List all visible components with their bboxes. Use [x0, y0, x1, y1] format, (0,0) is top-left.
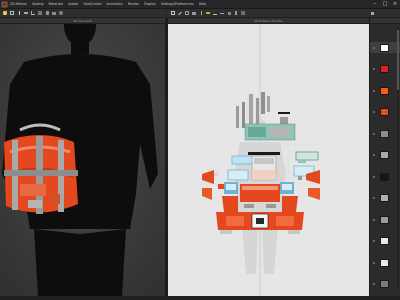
texture-icon[interactable] [37, 10, 43, 16]
fabric-swatch-row[interactable] [370, 150, 400, 161]
toolbar-3d [0, 9, 165, 18]
edit-pattern-icon[interactable] [177, 10, 183, 16]
menu-item-2d-pattern[interactable]: 2D Pattern [10, 2, 27, 6]
maximize-icon[interactable]: □ [382, 1, 388, 7]
visibility-dot-icon[interactable] [373, 218, 375, 221]
scrollbar-thumb[interactable] [397, 30, 399, 90]
pin-icon[interactable] [16, 10, 22, 16]
close-icon[interactable]: × [392, 1, 398, 7]
visibility-dot-icon[interactable] [373, 261, 375, 264]
pattern-pieces[interactable] [202, 92, 320, 234]
sewing-icon[interactable] [212, 10, 218, 16]
zipper-icon[interactable] [233, 10, 239, 16]
seam-icon[interactable] [205, 10, 211, 16]
fabric-swatch[interactable] [380, 129, 389, 138]
menu-bar: 2D Pattern Sewing Materials Avatar Fold/… [0, 0, 400, 9]
menu-item-render[interactable]: Render [128, 2, 139, 6]
visibility-dot-icon[interactable] [373, 197, 375, 199]
select-mesh-icon[interactable] [9, 10, 15, 16]
internal-line-icon[interactable] [198, 10, 204, 16]
avatar-display-icon[interactable] [44, 10, 50, 16]
fabric-swatch-row[interactable] [370, 257, 400, 268]
menu-item-materials[interactable]: Materials [49, 2, 64, 6]
fabric-swatch[interactable] [380, 65, 389, 73]
fold-icon[interactable] [30, 10, 36, 16]
fabric-swatch[interactable] [380, 43, 389, 52]
minimize-icon[interactable]: – [372, 1, 378, 7]
visibility-dot-icon[interactable] [373, 240, 375, 242]
visibility-dot-icon[interactable] [373, 89, 375, 92]
pattern-canvas [168, 24, 369, 296]
status-bar [0, 296, 400, 300]
rectangle-icon[interactable] [191, 10, 197, 16]
clo-logo-icon[interactable] [1, 0, 8, 8]
visibility-dot-icon[interactable] [373, 46, 375, 49]
fabric-swatch-row[interactable] [370, 64, 400, 75]
visibility-dot-icon[interactable] [373, 68, 375, 70]
visibility-dot-icon[interactable] [373, 111, 375, 113]
fabric-swatch-row[interactable] [370, 193, 400, 204]
fabric-swatch-row[interactable] [370, 128, 400, 139]
toolbar-2d [168, 9, 369, 18]
fabric-swatch[interactable] [380, 86, 389, 95]
menu-item-settings[interactable]: Settings/Preferences [161, 2, 194, 6]
fabric-swatch-row[interactable] [370, 214, 400, 225]
menu-item-avatar[interactable]: Avatar [68, 2, 78, 6]
visibility-dot-icon[interactable] [373, 175, 375, 178]
object-browser-panel [369, 18, 400, 296]
texture-2d-icon[interactable] [240, 10, 246, 16]
object-browser-header [370, 18, 400, 24]
fabric-swatch[interactable] [380, 108, 389, 116]
menu-item-sewing[interactable]: Sewing [32, 2, 44, 6]
add-fabric-icon[interactable] [369, 10, 375, 16]
fabric-swatch-row[interactable] [370, 236, 400, 247]
fabric-swatch[interactable] [380, 215, 389, 224]
fabric-swatch-row[interactable] [370, 279, 400, 290]
viewport-3d[interactable] [0, 24, 165, 296]
menu-item-display[interactable]: Display [144, 2, 156, 6]
transform-pattern-icon[interactable] [170, 10, 176, 16]
fabric-swatch[interactable] [380, 258, 389, 267]
fabric-swatch[interactable] [380, 151, 389, 159]
avatar-scene [0, 24, 165, 296]
fabric-swatch[interactable] [380, 172, 389, 181]
menu-item-help[interactable]: Help [199, 2, 206, 6]
fabric-swatch-row[interactable] [370, 42, 400, 53]
visibility-dot-icon[interactable] [373, 132, 375, 135]
menu-item-animation[interactable]: Animation [106, 2, 122, 6]
camera-icon[interactable] [51, 10, 57, 16]
fabric-swatch[interactable] [380, 280, 389, 288]
button-tool-icon[interactable] [226, 10, 232, 16]
fabric-swatch[interactable] [380, 237, 389, 245]
fabric-swatch-row[interactable] [370, 171, 400, 182]
simulation-icon[interactable] [2, 10, 8, 16]
fabric-swatch[interactable] [380, 194, 389, 202]
fabric-swatch-row[interactable] [370, 85, 400, 96]
fabric-swatch-row[interactable] [370, 107, 400, 118]
menu-item-fold-unfold[interactable]: Fold/Unfold [83, 2, 101, 6]
toolbar-object-browser [369, 9, 400, 18]
visibility-dot-icon[interactable] [373, 283, 375, 285]
render-icon[interactable] [58, 10, 64, 16]
polygon-icon[interactable] [184, 10, 190, 16]
visibility-dot-icon[interactable] [373, 154, 375, 156]
arrange-icon[interactable] [23, 10, 29, 16]
grainline-icon[interactable] [219, 10, 225, 16]
viewport-2d-pattern[interactable] [168, 24, 369, 296]
